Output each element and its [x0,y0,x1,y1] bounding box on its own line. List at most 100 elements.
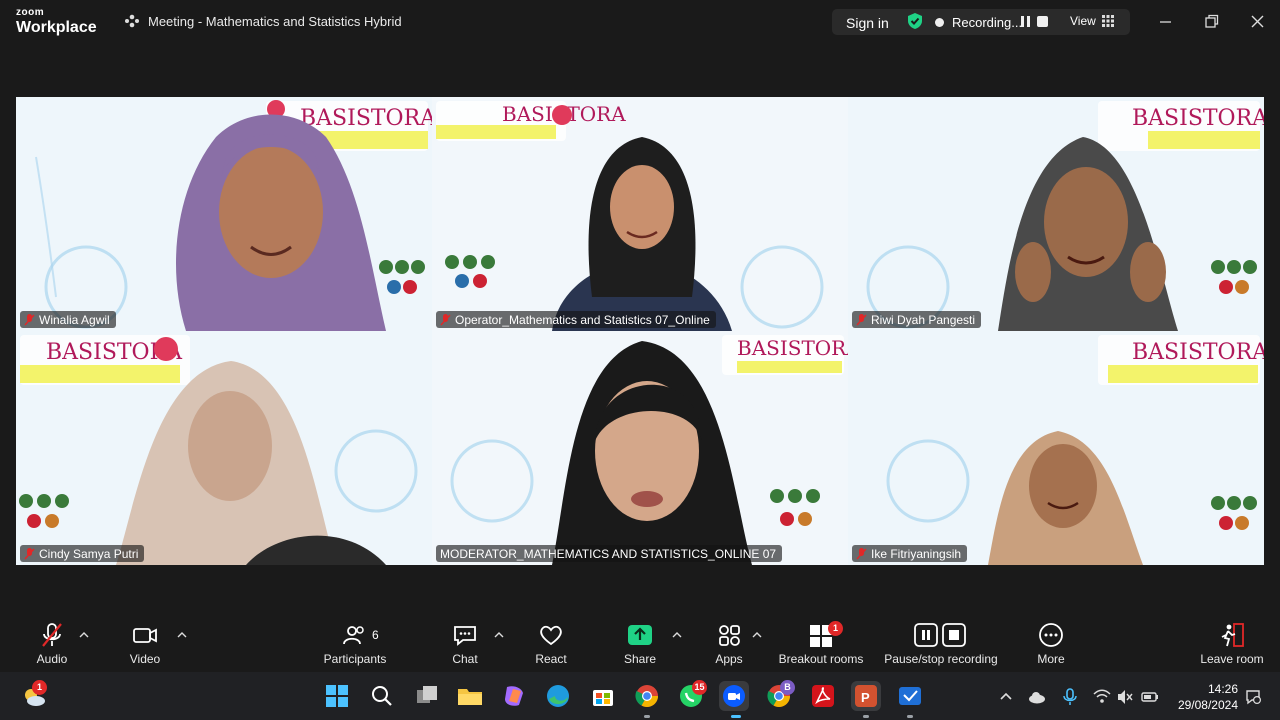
share-button[interactable]: Share [590,622,690,666]
participant-video: BASISTORA [432,331,848,565]
system-clock[interactable]: 14:26 29/08/2024 [1178,681,1238,713]
powerpoint-taskbar-active[interactable]: P [851,681,881,711]
video-tile[interactable]: BASISTORA Operator_Mathematics and Stati… [432,97,848,331]
show-hidden-icons-chevron-up-icon[interactable] [997,688,1015,706]
chrome-icon[interactable] [632,681,662,711]
video-options-chevron-up-icon[interactable] [177,631,187,639]
participant-name-tag: Cindy Samya Putri [20,545,145,562]
grid-icon [1101,15,1114,27]
participants-button[interactable]: Participants [305,622,405,666]
more-label: More [1037,652,1065,666]
svg-text:P: P [861,690,870,705]
snipping-tool-icon[interactable] [895,681,925,711]
chat-label: Chat [452,652,478,666]
participant-name: Riwi Dyah Pangesti [871,312,976,327]
edge-browser-icon[interactable] [543,681,573,711]
mic-muted-icon [856,547,867,559]
apps-button[interactable]: Apps [679,622,779,666]
video-label: Video [129,652,161,666]
video-button[interactable]: Video [95,622,195,666]
leave-label: Leave room [1200,652,1264,666]
heart-icon [540,625,562,646]
brand-top: zoom [16,7,45,18]
recording-dot-icon [935,18,944,27]
participant-name: Cindy Samya Putri [39,546,139,561]
zoom-logo: zoom Workplace [16,8,97,36]
windows-start-icon[interactable] [322,681,352,711]
react-label: React [535,652,567,666]
share-label: Share [623,652,657,666]
file-explorer-icon[interactable] [455,681,485,711]
camera-icon [133,628,157,643]
running-indicator [863,715,869,718]
running-indicator [644,715,650,718]
search-icon[interactable] [367,681,397,711]
minimize-icon[interactable] [1156,12,1176,32]
recording-status: Recording... [952,15,1023,30]
zoom-taskbar-active[interactable] [719,681,749,711]
title-bar: zoom Workplace Meeting - Mathematics and… [0,0,1280,44]
pause-stop-recording-icon [914,623,966,647]
video-tile[interactable]: BASISTORA Ike Fitriyaningsih [848,331,1264,565]
mic-muted-icon [440,313,451,325]
more-button[interactable]: More [1001,622,1101,666]
participant-name: MODERATOR_MATHEMATICS AND STATISTICS_ONL… [440,546,777,561]
pause-recording-label: Pause/stop recording [884,652,998,666]
battery-icon[interactable] [1141,688,1159,706]
participant-name: Ike Fitriyaningsih [871,546,962,561]
chat-button[interactable]: Chat [415,622,515,666]
microphone-in-use-icon[interactable] [1061,688,1079,706]
security-shield-icon[interactable] [906,12,924,30]
mic-muted-icon [42,623,62,647]
meeting-controls: Audio Video Participants 6 Chat React Sh… [0,613,1280,671]
whatsapp-badge: 15 [692,680,707,695]
breakout-rooms-button[interactable]: Breakout rooms [771,622,871,666]
onedrive-cloud-icon[interactable] [1028,688,1046,706]
pause-recording-icon[interactable] [1020,16,1031,27]
running-indicator [907,715,913,718]
taskbar: 1 15 B P 14:26 29/08/2024 [0,672,1280,720]
video-tile-active-speaker[interactable]: BASISTORA MODERATOR_MATHEMATICS AND STAT… [432,331,848,565]
participants-icon [343,626,364,645]
close-icon[interactable] [1248,12,1268,32]
notification-bell-icon[interactable] [1244,688,1262,706]
apps-options-chevron-up-icon[interactable] [752,631,762,639]
participant-video: BASISTORA [16,97,432,331]
microsoft-store-icon[interactable] [588,681,618,711]
clock-time: 14:26 [1207,682,1238,696]
participant-name-tag: Riwi Dyah Pangesti [852,311,982,328]
leave-room-button[interactable]: Leave room [1182,622,1280,666]
video-tile[interactable]: BASISTORA Cindy Samya Putri [16,331,432,565]
brand-bottom: Workplace [16,19,97,36]
volume-muted-icon[interactable] [1116,688,1134,706]
pause-stop-recording-button[interactable]: Pause/stop recording [884,622,998,666]
view-button[interactable]: View [1070,14,1114,28]
wifi-icon[interactable] [1093,688,1111,706]
powerpoint-icon: P [855,685,877,707]
weather-badge: 1 [32,680,47,695]
banner-logo: BASISTORA [737,336,848,360]
audio-button[interactable]: Audio [2,622,102,666]
video-tile[interactable]: BASISTORA Winalia Agwil [16,97,432,331]
apps-icon [719,625,740,646]
participant-name: Winalia Agwil [39,312,110,327]
copilot-icon[interactable] [499,681,529,711]
video-grid: BASISTORA Winalia Agwil BASISTORA [16,97,1264,565]
task-view-icon[interactable] [412,681,442,711]
participant-video: BASISTORA [848,331,1264,565]
video-tile[interactable]: BASISTORA Riwi Dyah Pangesti [848,97,1264,331]
restore-icon[interactable] [1202,12,1222,32]
participants-count: 6 [372,628,379,642]
mic-muted-icon [24,547,35,559]
participant-video: BASISTORA [16,331,432,565]
stop-recording-icon[interactable] [1037,16,1048,27]
react-button[interactable]: React [501,622,601,666]
view-label: View [1070,14,1096,28]
sign-in-button[interactable]: Sign in [846,15,889,31]
participant-name-tag: MODERATOR_MATHEMATICS AND STATISTICS_ONL… [436,545,783,562]
share-screen-icon [628,625,652,645]
acrobat-icon[interactable] [808,681,838,711]
participants-label: Participants [323,652,387,666]
audio-options-chevron-up-icon[interactable] [79,631,89,639]
meeting-title-text: Meeting - Mathematics and Statistics Hyb… [148,13,402,29]
